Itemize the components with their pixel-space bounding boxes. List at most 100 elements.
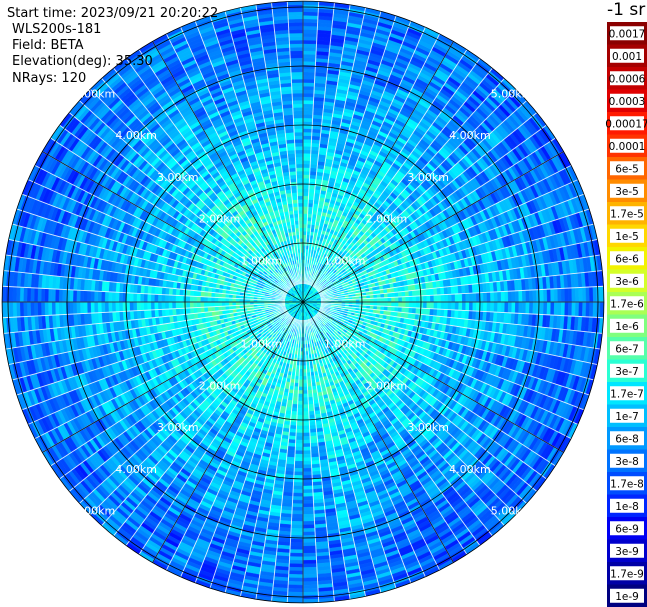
beta-gate	[302, 163, 311, 168]
beta-gate	[302, 170, 311, 175]
beta-gate	[302, 167, 311, 172]
beta-gate	[461, 293, 467, 303]
beta-gate	[589, 286, 594, 303]
beta-gate	[307, 202, 314, 208]
beta-gate	[507, 301, 513, 314]
beta-gate	[302, 15, 319, 20]
beta-gate	[422, 295, 428, 303]
beta-gate	[302, 135, 312, 140]
beta-gate	[557, 301, 562, 316]
beta-gate	[504, 301, 509, 313]
beta-gate	[521, 290, 527, 303]
beta-gate	[412, 295, 417, 303]
beta-gate	[458, 293, 463, 303]
beta-gate	[564, 301, 569, 317]
beta-gate	[447, 293, 452, 303]
beta-gate	[302, 75, 316, 80]
beta-gate	[302, 220, 308, 225]
beta-gate	[401, 306, 406, 313]
beta-gate	[302, 46, 317, 52]
beta-gate	[307, 209, 313, 215]
beta-gate	[426, 301, 431, 309]
beta-gate	[394, 296, 399, 303]
beta-gate	[411, 289, 417, 297]
beta-gate	[490, 301, 495, 313]
beta-gate	[557, 288, 562, 303]
beta-gate	[302, 216, 308, 221]
beta-gate	[567, 301, 573, 317]
beta-gate	[302, 7, 319, 13]
beta-gate	[486, 301, 491, 313]
beta-gate	[500, 301, 506, 313]
beta-gate	[398, 296, 403, 303]
beta-gate	[302, 96, 314, 101]
beta-gate	[302, 184, 310, 190]
beta-gate	[307, 389, 313, 395]
beta-gate	[525, 289, 530, 303]
beta-gate	[387, 297, 392, 303]
beta-gate	[422, 301, 428, 309]
beta-gate	[444, 294, 449, 303]
beta-gate	[430, 294, 435, 303]
beta-gate	[302, 110, 314, 115]
beta-gate	[302, 156, 311, 161]
beta-gate	[585, 286, 590, 303]
beta-gate	[401, 301, 406, 308]
beta-gate	[578, 287, 583, 303]
beta-gate	[302, 149, 312, 154]
beta-gate	[405, 301, 410, 308]
beta-gate	[302, 195, 309, 200]
beta-gate	[302, 89, 315, 94]
beta-gate	[302, 50, 317, 55]
beta-gate	[302, 53, 317, 59]
beta-gate	[518, 290, 523, 303]
beta-gate	[302, 103, 314, 108]
beta-gate	[302, 206, 309, 211]
beta-gate	[391, 301, 396, 308]
beta-gate	[411, 307, 417, 315]
beta-gate	[380, 301, 385, 307]
beta-gate	[539, 289, 544, 303]
beta-gate	[592, 301, 598, 318]
beta-gate	[302, 142, 312, 147]
beta-gate	[426, 295, 431, 303]
beta-gate	[401, 296, 406, 303]
beta-gate	[412, 301, 417, 309]
beta-gate	[546, 301, 552, 316]
beta-gate	[307, 199, 314, 204]
ppi-chart: 1.00km 1.00km1.00km1.00km2.00km 2.00km2.00…	[1, 0, 647, 607]
beta-gate	[302, 61, 316, 66]
beta-gate	[401, 291, 406, 298]
beta-gate	[564, 287, 569, 303]
beta-gate	[302, 117, 313, 122]
beta-gate	[472, 301, 477, 312]
beta-gate	[405, 296, 410, 303]
beta-gate	[511, 290, 516, 303]
beta-gate	[302, 199, 309, 204]
beta-gate	[419, 295, 424, 303]
beta-gate	[521, 301, 527, 314]
beta-gate	[307, 396, 314, 402]
beta-gate	[571, 301, 576, 317]
beta-gate	[553, 288, 559, 303]
beta-gate	[307, 206, 314, 211]
beta-gate	[398, 301, 403, 308]
beta-gate	[571, 287, 576, 303]
beta-gate	[419, 301, 424, 309]
beta-gate	[528, 301, 534, 315]
beta-gate	[302, 68, 316, 73]
beta-gate	[302, 85, 315, 91]
beta-gate	[302, 114, 314, 119]
beta-gate	[302, 145, 312, 151]
beta-gate	[528, 289, 534, 303]
beta-gate	[444, 301, 449, 310]
beta-gate	[302, 138, 312, 144]
beta-gate	[394, 306, 399, 313]
beta-gate	[408, 301, 413, 308]
beta-gate	[578, 301, 583, 317]
beta-gate	[387, 301, 392, 307]
beta-gate	[430, 301, 435, 310]
beta-gate	[397, 306, 403, 313]
beta-gate	[307, 400, 314, 405]
beta-gate	[302, 209, 309, 214]
